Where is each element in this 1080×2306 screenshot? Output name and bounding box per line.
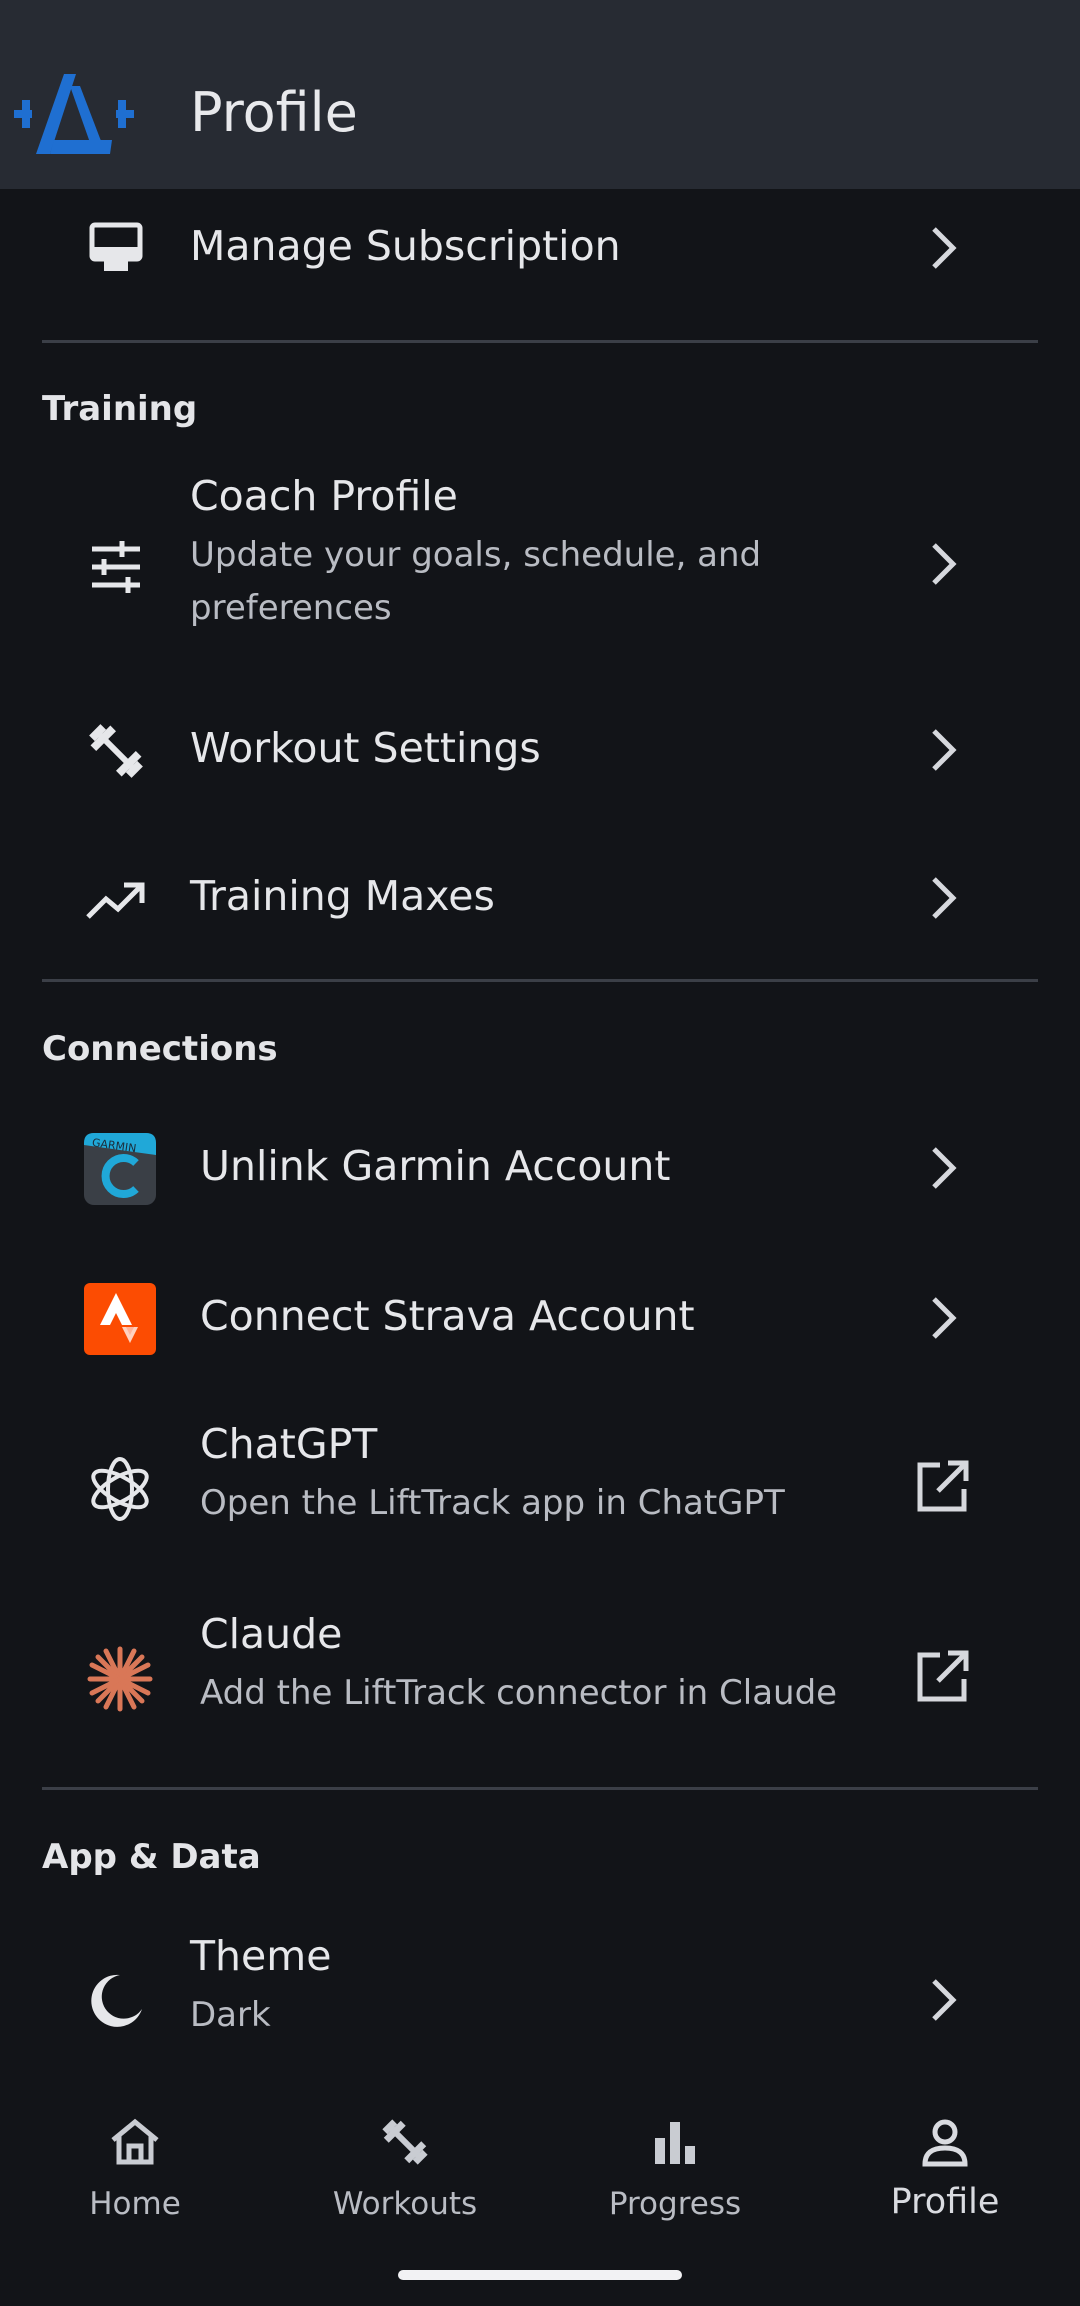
chevron-right-icon (912, 1287, 974, 1349)
training-maxes-row[interactable]: Training Maxes (0, 829, 1080, 979)
chatgpt-subtitle: Open the LiftTrack app in ChatGPT (200, 1483, 785, 1523)
tune-sliders-icon (80, 531, 152, 603)
dumbbell-icon (377, 2114, 433, 2170)
section-header-training: Training (42, 389, 198, 429)
nav-home-label: Home (89, 2186, 181, 2222)
top-app-bar: Profile (0, 0, 1080, 189)
dumbbell-icon (80, 715, 152, 787)
claude-label: Claude (200, 1610, 343, 1658)
divider (42, 1787, 1038, 1790)
theme-value: Dark (190, 1995, 271, 2035)
chevron-right-icon (912, 719, 974, 781)
manage-subscription-label: Manage Subscription (190, 222, 621, 270)
open-external-icon (912, 1455, 974, 1517)
profile-screen: Profile Manage Subscription Training Coa… (0, 0, 1080, 2306)
settings-list[interactable]: Manage Subscription Training Coach Profi… (0, 189, 1080, 2094)
home-indicator[interactable] (398, 2270, 682, 2280)
claude-row[interactable]: Claude Add the LiftTrack connector in Cl… (0, 1589, 1080, 1779)
chatgpt-label: ChatGPT (200, 1420, 378, 1468)
training-maxes-label: Training Maxes (190, 872, 495, 920)
garmin-connect-icon: GARMIN (84, 1133, 156, 1205)
chevron-right-icon (912, 1137, 974, 1199)
coach-profile-subtitle: Update your goals, schedule, and prefere… (190, 535, 762, 628)
home-icon (107, 2114, 163, 2170)
nav-profile[interactable]: Profile (810, 2094, 1080, 2244)
section-header-connections: Connections (42, 1029, 278, 1069)
workout-settings-row[interactable]: Workout Settings (0, 679, 1080, 829)
theme-label: Theme (190, 1932, 332, 1980)
nav-profile-label: Profile (890, 2182, 1000, 2222)
chevron-right-icon (912, 867, 974, 929)
nav-progress-label: Progress (608, 2186, 742, 2222)
nav-workouts[interactable]: Workouts (270, 2094, 540, 2244)
manage-subscription-row[interactable]: Manage Subscription (0, 189, 1080, 339)
garmin-label: Unlink Garmin Account (200, 1142, 671, 1190)
lifttrack-logo-icon (14, 66, 134, 166)
chevron-right-icon (912, 1969, 974, 2031)
bar-chart-icon (647, 2114, 703, 2170)
theme-row[interactable]: Theme Dark (0, 1909, 1080, 2094)
claude-subtitle: Add the LiftTrack connector in Claude (200, 1673, 838, 1713)
divider (42, 340, 1038, 343)
openai-knot-icon (84, 1453, 156, 1525)
strava-label: Connect Strava Account (200, 1292, 695, 1340)
open-external-icon (912, 1645, 974, 1707)
workout-settings-label: Workout Settings (190, 724, 541, 772)
nav-progress[interactable]: Progress (540, 2094, 810, 2244)
person-icon (917, 2114, 973, 2170)
nav-workouts-label: Workouts (332, 2186, 478, 2222)
section-header-app-data: App & Data (42, 1837, 261, 1877)
strava-icon (84, 1283, 156, 1355)
trending-up-icon (80, 863, 152, 935)
claude-starburst-icon (84, 1643, 156, 1715)
garmin-row[interactable]: GARMIN Unlink Garmin Account (0, 1099, 1080, 1249)
coach-profile-label: Coach Profile (190, 472, 458, 520)
nav-home[interactable]: Home (0, 2094, 270, 2244)
card-icon (80, 213, 152, 285)
moon-icon (80, 1965, 152, 2037)
chevron-right-icon (912, 217, 974, 279)
strava-row[interactable]: Connect Strava Account (0, 1249, 1080, 1399)
page-title: Profile (190, 81, 358, 144)
coach-profile-row[interactable]: Coach Profile Update your goals, schedul… (0, 459, 1080, 669)
chevron-right-icon (912, 533, 974, 595)
chatgpt-row[interactable]: ChatGPT Open the LiftTrack app in ChatGP… (0, 1399, 1080, 1589)
divider (42, 979, 1038, 982)
